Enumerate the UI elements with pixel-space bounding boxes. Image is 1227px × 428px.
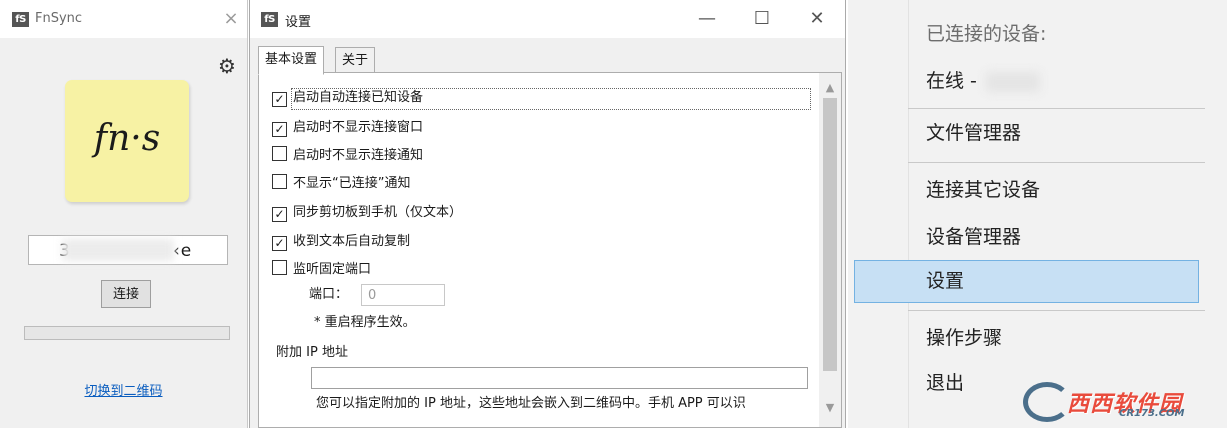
option-label: 启动时不显示连接通知 xyxy=(293,148,424,163)
settings-titlebar: fS 设置 — ☐ ✕ xyxy=(250,0,845,38)
checkbox-sync-clipboard[interactable]: ✓ xyxy=(272,207,287,222)
scrollbar[interactable]: ▲ ▼ xyxy=(819,73,841,427)
scrollbar-thumb[interactable] xyxy=(823,98,837,371)
menu-item-exit[interactable]: 退出 xyxy=(926,369,964,397)
logo-text: fn·s xyxy=(93,118,161,159)
code-value-tail: ‹e xyxy=(173,241,193,261)
menu-item-steps[interactable]: 操作步骤 xyxy=(926,324,1002,352)
extra-ip-input[interactable] xyxy=(311,367,808,389)
watermark-site: CR173.COM xyxy=(1119,408,1185,419)
tab-basic-settings[interactable]: 基本设置 xyxy=(258,46,325,75)
checkbox-auto-connect[interactable]: ✓ xyxy=(272,92,287,107)
option-auto-copy-text[interactable]: ✓ 收到文本后自动复制 xyxy=(272,231,410,253)
settings-app-icon: fS xyxy=(261,12,278,27)
fnsync-titlebar: fS FnSync × xyxy=(0,0,247,38)
maximize-button[interactable]: ☐ xyxy=(751,8,773,30)
menu-separator xyxy=(908,310,1205,311)
port-label: 端口： xyxy=(309,287,349,302)
settings-close-button[interactable]: ✕ xyxy=(806,8,828,30)
switch-to-qr-link[interactable]: 切换到二维码 xyxy=(0,380,247,399)
fnsync-window-title: FnSync xyxy=(35,11,83,26)
checkbox-hide-connect-notification[interactable] xyxy=(272,146,287,161)
menu-item-connect-other-device[interactable]: 连接其它设备 xyxy=(926,176,1040,204)
checkbox-hide-connect-window[interactable]: ✓ xyxy=(272,122,287,137)
fnsync-close-button[interactable]: × xyxy=(220,8,242,30)
scroll-up-icon[interactable]: ▲ xyxy=(819,81,841,94)
settings-window: fS 设置 — ☐ ✕ 基本设置 关于 ✓ 启动自动连接已知设备 ✓ 启动时不显示连… xyxy=(249,0,846,428)
extra-ip-description: 您可以指定附加的 IP 地址，这些地址会嵌入到二维码中。手机 APP 可以识 xyxy=(316,396,746,411)
menu-item-device-manager[interactable]: 设备管理器 xyxy=(926,223,1021,251)
option-sync-clipboard[interactable]: ✓ 同步剪切板到手机（仅文本） xyxy=(272,202,462,224)
menu-item-file-manager[interactable]: 文件管理器 xyxy=(926,119,1021,147)
watermark-swoosh-icon xyxy=(1023,382,1071,422)
option-label: 启动时不显示连接窗口 xyxy=(293,120,424,135)
settings-window-title: 设置 xyxy=(285,15,312,30)
settings-panel: ✓ 启动自动连接已知设备 ✓ 启动时不显示连接窗口 启动时不显示连接通知 不显示“已… xyxy=(258,72,842,428)
port-input[interactable]: 0 xyxy=(361,284,445,306)
option-label: 同步剪切板到手机（仅文本） xyxy=(293,205,463,220)
checkbox-auto-copy-text[interactable]: ✓ xyxy=(272,236,287,251)
menu-item-online-device[interactable]: 在线 - xyxy=(926,67,977,95)
checkbox-listen-fixed-port[interactable] xyxy=(272,260,287,275)
redacted-code-blur xyxy=(62,239,174,261)
tab-about[interactable]: 关于 xyxy=(335,47,376,74)
connection-progress-bar xyxy=(24,326,230,340)
scroll-down-icon[interactable]: ▼ xyxy=(819,401,841,414)
option-label: 监听固定端口 xyxy=(293,262,372,277)
checkbox-hide-connected-notice[interactable] xyxy=(272,174,287,189)
option-label: 收到文本后自动复制 xyxy=(293,234,411,249)
connect-button[interactable]: 连接 xyxy=(101,280,151,308)
option-hide-connect-notification[interactable]: 启动时不显示连接通知 xyxy=(272,145,423,167)
extra-ip-label: 附加 IP 地址 xyxy=(276,345,348,360)
menu-separator xyxy=(908,108,1205,109)
option-auto-connect[interactable]: ✓ 启动自动连接已知设备 xyxy=(272,87,423,109)
menu-item-settings[interactable]: 设置 xyxy=(926,267,964,295)
option-label: 启动自动连接已知设备 xyxy=(293,90,424,105)
redacted-device-blur xyxy=(986,72,1040,92)
fnsync-logo: fn·s xyxy=(65,80,189,202)
option-label: 不显示“已连接”通知 xyxy=(293,176,411,191)
fnsync-app-icon: fS xyxy=(12,12,29,27)
watermark-logo: 西西软件园 CR173.COM xyxy=(1023,380,1223,424)
menu-highlight xyxy=(854,260,1199,303)
gear-icon[interactable]: ⚙ xyxy=(216,55,238,77)
menu-icon-strip xyxy=(848,0,909,428)
minimize-button[interactable]: — xyxy=(696,8,718,30)
restart-note: * 重启程序生效。 xyxy=(314,315,416,330)
option-listen-fixed-port[interactable]: 监听固定端口 xyxy=(272,259,371,281)
menu-separator xyxy=(908,162,1205,163)
option-hide-connected-notice[interactable]: 不显示“已连接”通知 xyxy=(272,173,410,195)
option-hide-connect-window[interactable]: ✓ 启动时不显示连接窗口 xyxy=(272,117,423,139)
tray-context-menu: 已连接的设备: 在线 - 文件管理器 连接其它设备 设备管理器 设置 操作步骤 … xyxy=(848,0,1227,428)
menu-header-connected-devices: 已连接的设备: xyxy=(926,23,1047,45)
fnsync-window: fS FnSync × ⚙ fn·s 3 ‹e 连接 切换到二维码 xyxy=(0,0,248,428)
